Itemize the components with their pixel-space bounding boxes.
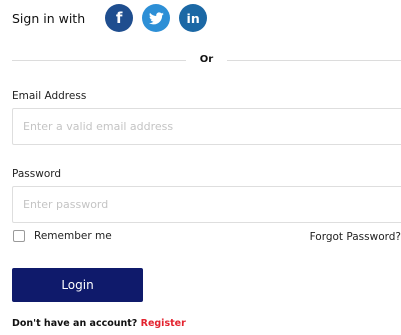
forgot-password-link[interactable]: Forgot Password? (310, 231, 401, 243)
divider-line-left (12, 60, 186, 61)
remember-me-checkbox[interactable] (13, 230, 25, 242)
or-divider: Or (12, 54, 401, 66)
login-button[interactable]: Login (12, 268, 143, 302)
register-prompt-text: Don't have an account? (12, 318, 138, 329)
divider-line-right (227, 60, 401, 61)
twitter-icon[interactable] (142, 4, 171, 32)
or-text: Or (199, 54, 214, 65)
register-prompt: Don't have an account? Register (12, 318, 186, 329)
password-label: Password (12, 168, 62, 180)
login-form: Sign in with f in Or Email Address Passw… (0, 0, 401, 335)
email-label: Email Address (12, 90, 87, 102)
register-link[interactable]: Register (141, 318, 186, 329)
email-field[interactable] (12, 108, 401, 145)
password-field[interactable] (12, 186, 401, 223)
linkedin-icon[interactable]: in (179, 4, 208, 32)
remember-me[interactable]: Remember me (13, 230, 112, 242)
facebook-icon[interactable]: f (105, 4, 134, 32)
sign-in-with-label: Sign in with (12, 10, 86, 26)
social-sign-in-row: Sign in with f in (12, 4, 216, 32)
remember-me-label: Remember me (34, 230, 112, 242)
twitter-bird-glyph (148, 11, 164, 24)
